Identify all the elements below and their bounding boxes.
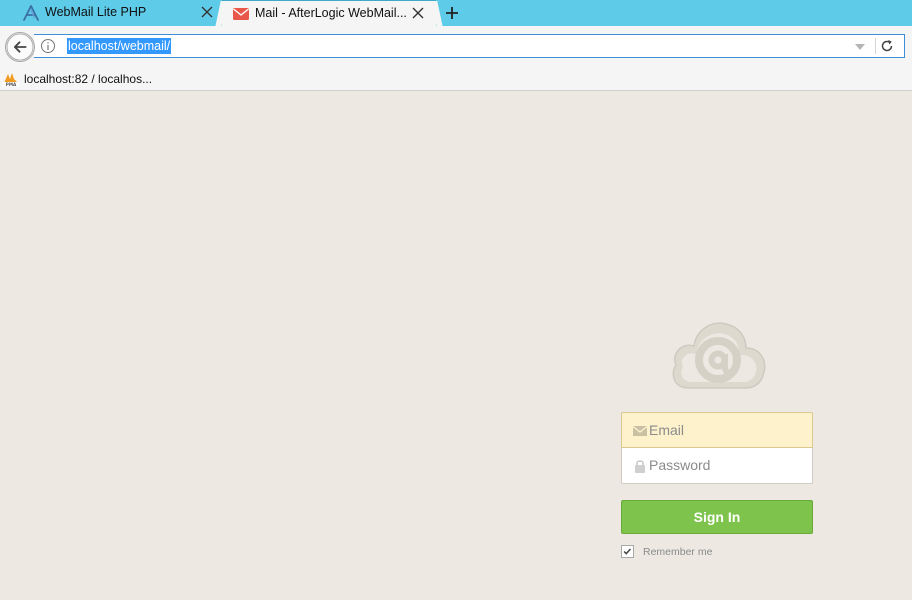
lock-icon: [635, 460, 645, 473]
webmail-login-page: Sign In Remember me: [0, 92, 912, 600]
remember-me-checkbox[interactable]: [621, 545, 634, 558]
back-button[interactable]: [5, 32, 35, 62]
url-history-dropdown-icon[interactable]: [854, 42, 866, 52]
svg-text:PMA: PMA: [6, 82, 17, 87]
close-tab-icon[interactable]: [410, 5, 426, 21]
url-text[interactable]: localhost/webmail/: [67, 38, 172, 54]
login-form: Sign In Remember me: [621, 412, 813, 558]
afterlogic-a-icon: [23, 5, 39, 21]
cloud-at-logo-icon: [672, 322, 766, 389]
password-input[interactable]: [649, 448, 809, 482]
email-input[interactable]: [649, 413, 809, 447]
envelope-icon: [632, 425, 648, 436]
tab-title: Mail - AfterLogic WebMail...: [255, 6, 407, 20]
password-field-wrapper: [621, 448, 813, 484]
bookmark-localhost-82[interactable]: PMA localhost:82 / localhos...: [2, 70, 152, 88]
close-tab-icon[interactable]: [199, 4, 215, 20]
sign-in-button[interactable]: Sign In: [621, 500, 813, 534]
tab-strip: WebMail Lite PHP Mail - AfterLogic WebMa…: [0, 0, 912, 26]
bookmark-label: localhost:82 / localhos...: [24, 72, 153, 86]
url-separator: [875, 38, 876, 54]
tab-afterlogic-mail[interactable]: Mail - AfterLogic WebMail...: [222, 0, 436, 26]
bookmarks-toolbar: PMA localhost:82 / localhos...: [0, 66, 912, 91]
remember-me-label: Remember me: [643, 545, 713, 558]
reload-icon[interactable]: [879, 38, 895, 54]
remember-me-option[interactable]: Remember me: [621, 545, 712, 558]
checkmark-icon: [623, 548, 632, 555]
tab-title: WebMail Lite PHP: [45, 5, 147, 19]
phpmyadmin-icon: PMA: [2, 73, 20, 87]
mail-envelope-icon: [233, 8, 249, 20]
new-tab-plus-icon[interactable]: [442, 3, 462, 23]
navigation-toolbar: localhost/webmail/: [0, 26, 912, 66]
email-field-wrapper: [621, 412, 813, 448]
site-info-icon[interactable]: [40, 38, 56, 54]
tab-webmail-lite[interactable]: WebMail Lite PHP: [0, 0, 222, 26]
address-bar[interactable]: localhost/webmail/: [34, 34, 905, 58]
